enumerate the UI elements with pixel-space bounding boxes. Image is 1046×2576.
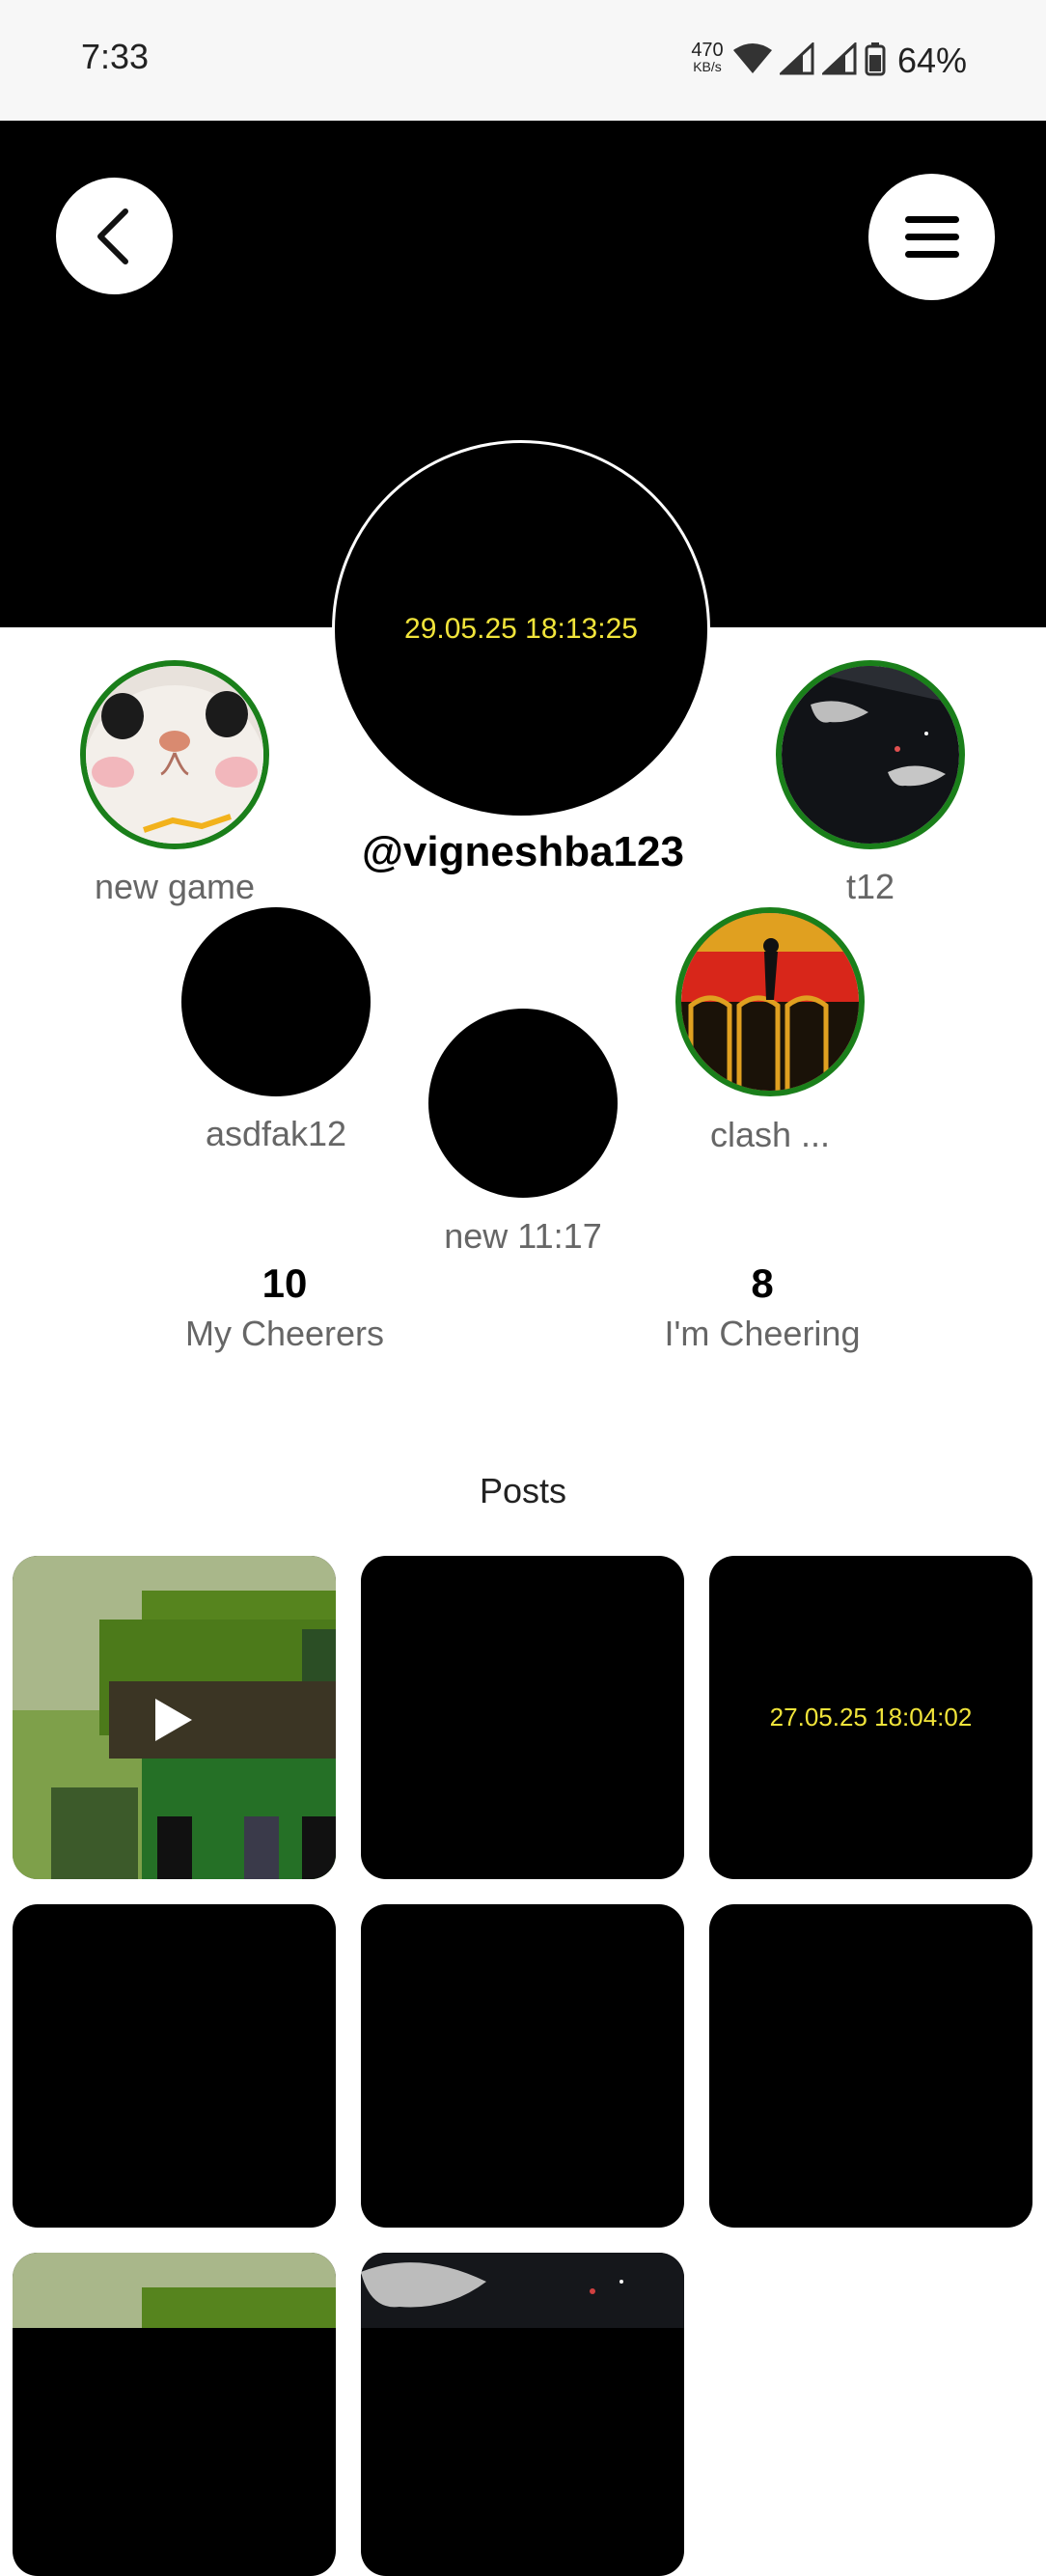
- post-tile-image[interactable]: [13, 2253, 336, 2576]
- friend-label-new-1117: new 11:17: [444, 1216, 602, 1256]
- post-tile-video[interactable]: [13, 1556, 336, 1879]
- post-tile[interactable]: [361, 1904, 684, 2228]
- friend-label-clash: clash ...: [709, 1115, 831, 1154]
- cheerers-label[interactable]: My Cheerers: [140, 1314, 429, 1354]
- signal-icon: [780, 42, 814, 75]
- profile-username: @vigneshba123: [362, 828, 684, 875]
- post-tile-image[interactable]: [361, 2253, 684, 2576]
- cheering-count[interactable]: 8: [618, 1260, 907, 1307]
- back-button[interactable]: [56, 178, 173, 294]
- cheering-label[interactable]: I'm Cheering: [618, 1314, 907, 1354]
- pixel-frog-thumbnail: [13, 2253, 336, 2328]
- pixel-frog-thumbnail: [13, 1556, 336, 1879]
- menu-button[interactable]: [868, 174, 995, 300]
- post-tile[interactable]: [709, 1904, 1032, 2228]
- post-tile[interactable]: [361, 1556, 684, 1879]
- clash-artwork: [681, 913, 859, 1091]
- post-tile-text[interactable]: 27.05.25 18:04:02: [709, 1556, 1032, 1879]
- profile-avatar-text: 29.05.25 18:13:25: [404, 613, 638, 645]
- wifi-icon: [733, 43, 772, 73]
- network-speed: 470 KB/s: [687, 41, 728, 73]
- network-speed-unit: KB/s: [693, 59, 722, 74]
- status-bar: [0, 0, 1046, 121]
- friend-avatar-t12[interactable]: [776, 660, 965, 849]
- hamburger-menu-icon: [904, 215, 959, 258]
- chevron-left-icon: [96, 208, 128, 264]
- network-speed-value: 470: [691, 40, 724, 61]
- posts-title: Posts: [479, 1471, 567, 1510]
- status-time: 7:33: [81, 37, 150, 76]
- friend-label-asdfak12: asdfak12: [205, 1114, 347, 1153]
- post-tile[interactable]: [13, 1904, 336, 2228]
- friend-label-t12: t12: [845, 867, 895, 906]
- friend-avatar-new-1117[interactable]: [428, 1009, 618, 1198]
- signal-icon: [822, 42, 857, 75]
- hands-thumbnail: [361, 2253, 684, 2328]
- friend-avatar-new-game[interactable]: [80, 660, 269, 849]
- friend-label-new-game: new game: [94, 867, 256, 906]
- profile-avatar[interactable]: 29.05.25 18:13:25: [332, 440, 710, 818]
- status-icons: [733, 39, 886, 79]
- hands-image: [782, 666, 959, 844]
- post-tile-caption: 27.05.25 18:04:02: [769, 1703, 973, 1731]
- battery-percent: 64%: [897, 41, 968, 80]
- friend-avatar-clash[interactable]: [675, 907, 865, 1096]
- cheerers-count[interactable]: 10: [140, 1260, 429, 1307]
- battery-icon: [865, 42, 886, 76]
- cat-photo: [86, 666, 263, 844]
- friend-avatar-asdfak12[interactable]: [181, 907, 371, 1096]
